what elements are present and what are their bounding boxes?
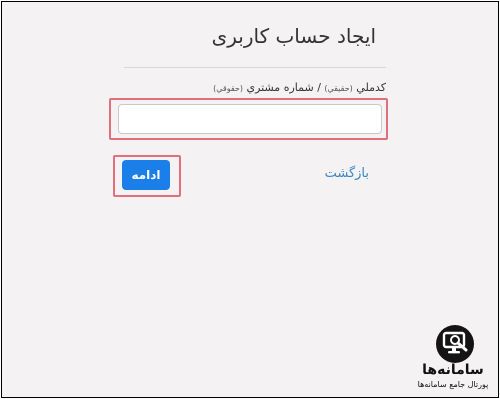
logo-mark bbox=[436, 325, 474, 363]
logo-tagline: پورتال جامع سامانه‌ها bbox=[417, 380, 489, 389]
samaneha-logo: سامانه‌ها پورتال جامع سامانه‌ها bbox=[411, 322, 495, 394]
title-divider bbox=[124, 67, 386, 68]
back-link[interactable]: بازگشت bbox=[325, 166, 369, 181]
page-title: ایجاد حساب کاربری bbox=[211, 24, 376, 48]
label-main: کدملي bbox=[356, 81, 386, 94]
monitor-search-icon bbox=[442, 331, 468, 354]
logo-name: سامانه‌ها bbox=[422, 362, 484, 378]
national-id-label: کدملي (حقيقي) / شماره مشتري (حقوقي) bbox=[213, 81, 386, 94]
national-id-input[interactable] bbox=[118, 104, 382, 134]
label-note-real: (حقيقي) bbox=[324, 84, 353, 93]
label-separator: / شماره مشتري bbox=[243, 81, 325, 94]
label-note-legal: (حقوقي) bbox=[213, 84, 243, 93]
continue-button[interactable]: ادامه bbox=[122, 160, 170, 190]
